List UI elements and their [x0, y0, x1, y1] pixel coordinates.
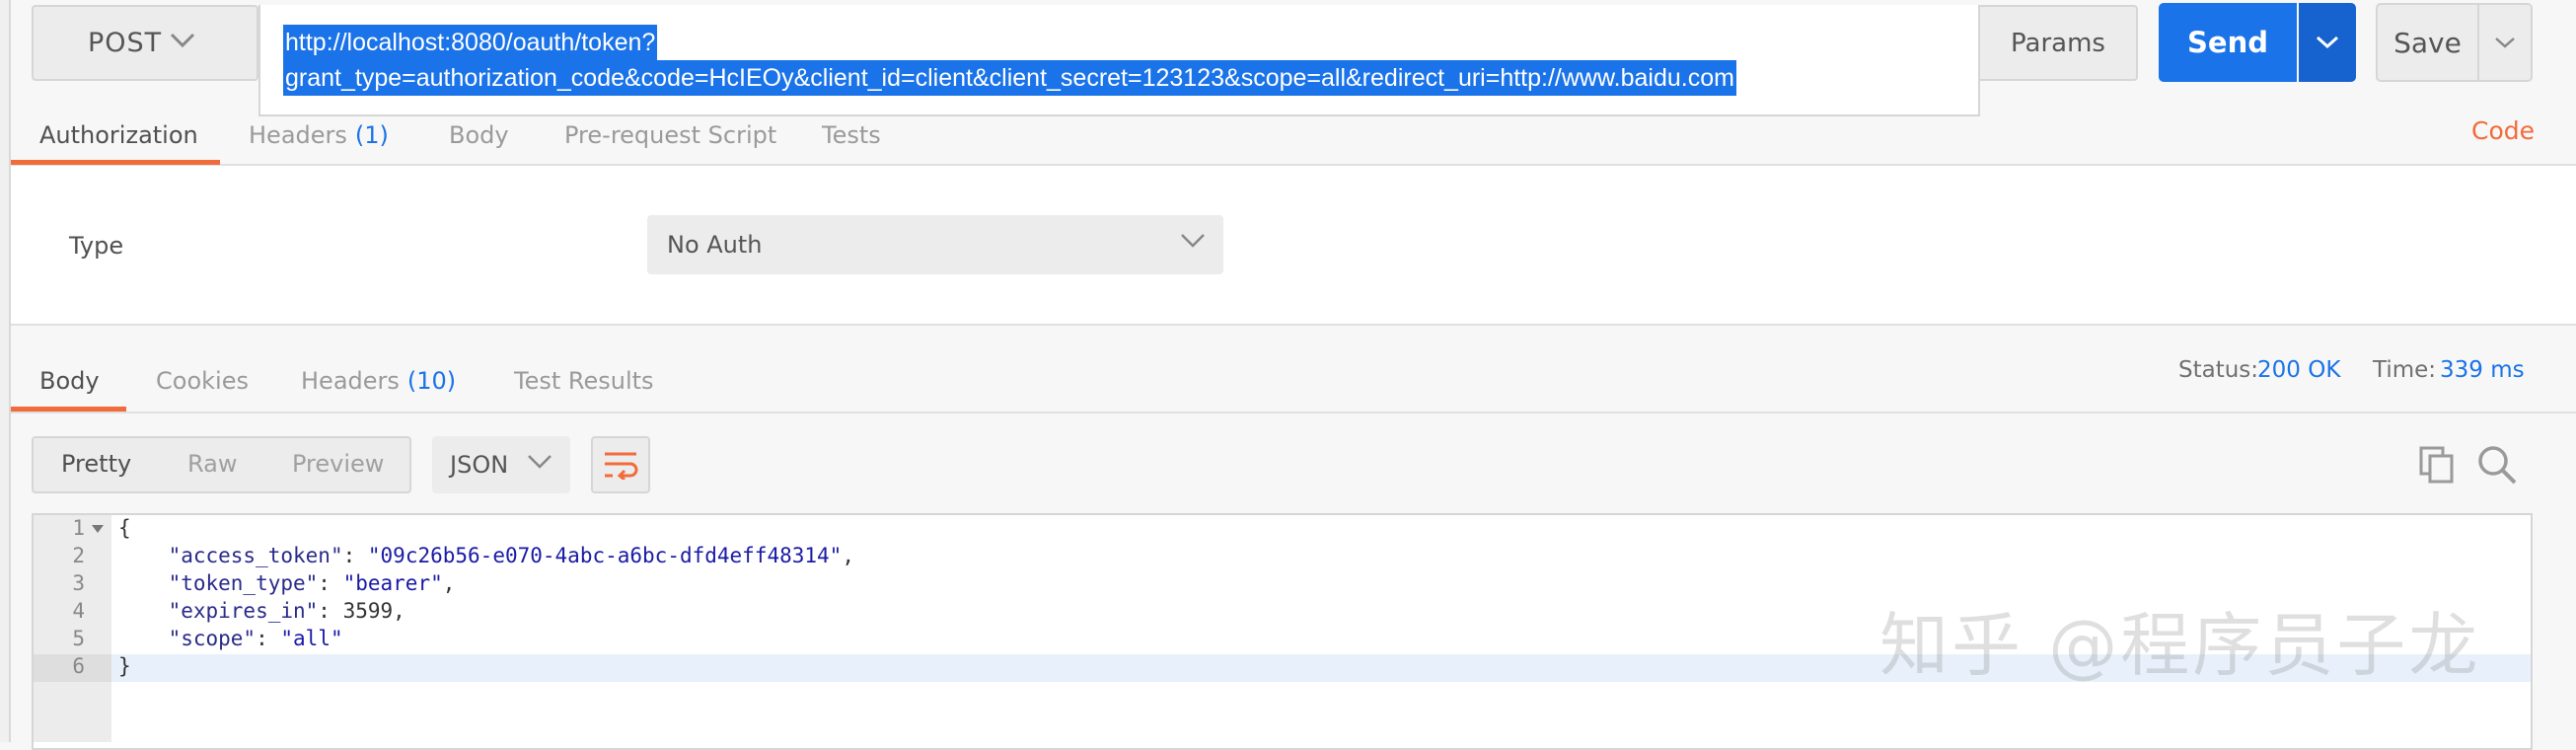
- tab-headers-count: (1): [354, 121, 389, 149]
- chevron-down-icon: [528, 455, 552, 469]
- line-number: 2: [72, 544, 85, 567]
- tab-body-label: Body: [449, 121, 509, 149]
- json-value: "09c26b56-e070-4abc-a6bc-dfd4eff48314": [367, 544, 843, 567]
- json-key: "access_token": [168, 544, 343, 567]
- json-key: "scope": [168, 627, 257, 650]
- code-link[interactable]: Code: [2471, 116, 2535, 145]
- line-number: 4: [72, 599, 85, 623]
- copy-icon[interactable]: [2417, 444, 2457, 484]
- line-number: 5: [72, 627, 85, 650]
- tab-tests[interactable]: Tests: [822, 107, 881, 164]
- url-input[interactable]: http://localhost:8080/oauth/token? grant…: [258, 5, 1980, 116]
- code-line: {: [118, 516, 131, 540]
- save-button[interactable]: Save: [2376, 3, 2479, 82]
- wrap-lines-button[interactable]: [591, 436, 650, 493]
- tab-headers[interactable]: Headers (1): [249, 107, 389, 164]
- method-select[interactable]: POST: [32, 5, 258, 81]
- response-active-tab-indicator: [11, 407, 126, 412]
- format-value: JSON: [450, 451, 509, 479]
- active-tab-indicator: [11, 160, 220, 165]
- response-tab-headers-label: Headers: [301, 367, 400, 395]
- code-line: "expires_in": 3599,: [168, 599, 405, 623]
- time-label: Time:: [2373, 357, 2437, 383]
- json-key: "token_type": [168, 571, 319, 595]
- close-brace: }: [118, 654, 131, 678]
- tab-headers-label: Headers: [249, 121, 347, 149]
- json-value: 3599: [342, 599, 394, 623]
- json-punct: ,: [393, 599, 405, 623]
- time-value: 339 ms: [2440, 357, 2525, 383]
- url-line-2: grant_type=authorization_code&code=HcIEO…: [283, 60, 1736, 96]
- code-line: "scope": "all": [168, 627, 343, 650]
- response-tab-test-results[interactable]: Test Results: [514, 355, 654, 407]
- auth-type-value: No Auth: [667, 231, 763, 259]
- open-brace: {: [118, 516, 131, 540]
- tab-authorization[interactable]: Authorization: [39, 107, 198, 164]
- json-value: "all": [280, 627, 343, 650]
- tab-body[interactable]: Body: [449, 107, 509, 164]
- chevron-down-icon: [2495, 37, 2515, 48]
- code-line: "access_token": "09c26b56-e070-4abc-a6bc…: [168, 544, 854, 567]
- request-tabs: [11, 107, 2576, 166]
- tab-authorization-label: Authorization: [39, 121, 198, 149]
- json-punct: ,: [842, 544, 854, 567]
- url-line-1: http://localhost:8080/oauth/token?: [283, 25, 658, 60]
- json-punct: ,: [442, 571, 456, 595]
- json-value: "bearer": [342, 571, 443, 595]
- line-number: 6: [72, 654, 85, 678]
- wrap-lines-icon: [605, 452, 638, 480]
- code-line: "token_type": "bearer",: [168, 571, 456, 595]
- response-tab-cookies-label: Cookies: [156, 367, 249, 395]
- tab-prerequest-label: Pre-request Script: [564, 121, 777, 149]
- response-tab-body-label: Body: [39, 367, 100, 395]
- send-button[interactable]: Send: [2159, 3, 2297, 82]
- method-label: POST: [88, 28, 163, 58]
- response-tab-headers-count: (10): [406, 367, 457, 395]
- save-dropdown-button[interactable]: [2477, 3, 2533, 82]
- response-tab-headers[interactable]: Headers (10): [301, 355, 456, 407]
- chevron-down-icon: [2316, 36, 2339, 49]
- view-raw-button[interactable]: Raw: [187, 450, 237, 478]
- code-line: }: [118, 654, 131, 678]
- tab-tests-label: Tests: [822, 121, 881, 149]
- view-pretty-button[interactable]: Pretty: [61, 450, 131, 478]
- params-button[interactable]: Params: [1980, 5, 2138, 81]
- tab-prerequest-script[interactable]: Pre-request Script: [564, 107, 776, 164]
- send-dropdown-button[interactable]: [2299, 3, 2356, 82]
- auth-type-select[interactable]: No Auth: [647, 215, 1223, 274]
- response-tab-body[interactable]: Body: [39, 355, 100, 407]
- auth-type-label: Type: [69, 232, 124, 260]
- line-number: 3: [72, 571, 85, 595]
- format-select[interactable]: JSON: [432, 436, 570, 493]
- fold-caret-icon[interactable]: [91, 524, 105, 534]
- status-label: Status:: [2178, 357, 2259, 383]
- status-value: 200 OK: [2257, 357, 2341, 383]
- watermark: 知乎 @程序员子龙: [1879, 605, 2481, 686]
- view-preview-button[interactable]: Preview: [292, 450, 384, 478]
- line-number: 1: [72, 516, 85, 540]
- auth-panel: [11, 166, 2576, 326]
- chevron-down-icon: [1181, 234, 1205, 248]
- response-tab-test-results-label: Test Results: [514, 367, 654, 395]
- search-icon[interactable]: [2476, 444, 2518, 486]
- response-tab-cookies[interactable]: Cookies: [156, 355, 249, 407]
- app-left-edge: [0, 0, 11, 742]
- chevron-down-icon: [170, 33, 195, 48]
- json-key: "expires_in": [168, 599, 319, 623]
